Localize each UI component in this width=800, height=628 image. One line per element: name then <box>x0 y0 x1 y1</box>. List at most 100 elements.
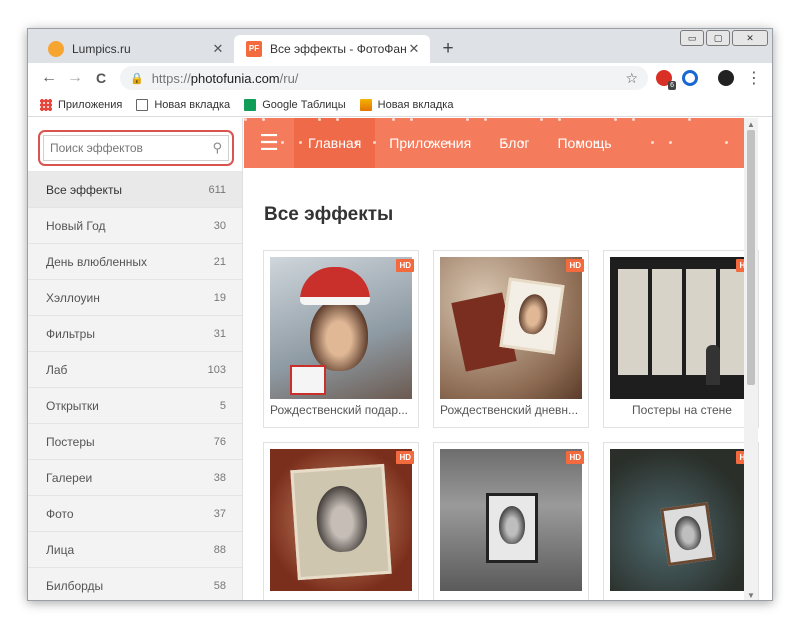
new-tab-button[interactable]: + <box>438 38 458 60</box>
effect-thumbnail <box>270 257 412 399</box>
category-count: 5 <box>219 399 226 412</box>
snowflake-decoration <box>447 141 450 144</box>
back-arrow-icon[interactable]: ← <box>36 69 62 87</box>
effect-thumbnail <box>440 257 582 399</box>
effect-caption: Рождественский подар... <box>270 403 409 417</box>
effect-card-beach-frame[interactable]: HD <box>433 442 589 600</box>
scrollbar-thumb[interactable] <box>747 130 755 385</box>
extension-blue-icon[interactable] <box>682 70 698 86</box>
tab-photofunia[interactable]: PF Все эффекты - ФотоФания: Сер ✕ <box>234 35 430 63</box>
nav-home[interactable]: Главная <box>294 118 376 168</box>
category-label: Все эффекты <box>46 182 123 197</box>
category-count: 21 <box>213 255 226 268</box>
bookmark-star-icon[interactable]: ☆ <box>625 70 638 87</box>
category-item[interactable]: День влюбленных 21 <box>28 244 242 280</box>
snowflake-decoration <box>577 141 580 144</box>
search-input[interactable] <box>50 141 213 155</box>
gift-box-image <box>290 365 326 395</box>
face-image <box>314 484 370 554</box>
category-label: Лаб <box>46 362 68 377</box>
scroll-down-icon[interactable]: ▼ <box>747 591 755 600</box>
snowflake-decoration <box>355 141 358 144</box>
category-item[interactable]: Все эффекты 611 <box>28 172 242 208</box>
effect-card-wall-posters[interactable]: HD Постеры на стене <box>603 250 759 428</box>
address-bar[interactable]: 🔒 https://photofunia.com/ru/ ☆ <box>120 66 648 90</box>
bookmarks-bar: Приложения Новая вкладка Google Таблицы … <box>28 93 772 117</box>
bookmark-new-tab-2[interactable]: Новая вкладка <box>359 98 453 111</box>
tab-lumpics[interactable]: Lumpics.ru ✕ <box>36 35 234 63</box>
extension-red-icon[interactable]: 6 <box>656 70 676 90</box>
category-label: Постеры <box>46 434 95 449</box>
category-label: Хэллоуин <box>46 290 100 305</box>
apps-grid-icon <box>40 98 52 111</box>
category-item[interactable]: Новый Год 30 <box>28 208 242 244</box>
bookmark-new-tab[interactable]: Новая вкладка <box>136 98 230 111</box>
santa-hat-image <box>300 267 370 305</box>
category-label: Фильтры <box>46 326 95 341</box>
category-label: Открытки <box>46 398 99 413</box>
category-count: 58 <box>213 579 226 592</box>
face-image <box>310 299 368 371</box>
category-label: Новый Год <box>46 218 106 233</box>
category-count: 19 <box>213 291 226 304</box>
snowflake-decoration <box>392 118 395 121</box>
page-scrollbar[interactable]: ▲ ▼ <box>744 118 758 600</box>
search-area: ⚲ <box>28 118 242 172</box>
category-item[interactable]: Галереи 38 <box>28 460 242 496</box>
category-item[interactable]: Постеры 76 <box>28 424 242 460</box>
snowflake-decoration <box>410 118 413 121</box>
effect-card-christmas-diary[interactable]: HD Рождественский дневн... <box>433 250 589 428</box>
tab-close-icon[interactable]: ✕ <box>210 41 226 57</box>
face-image <box>516 292 550 336</box>
category-item[interactable]: Открытки 5 <box>28 388 242 424</box>
maximize-button[interactable]: ▢ <box>706 30 730 46</box>
snowflake-decoration <box>281 141 284 144</box>
poster-wall-image <box>618 269 744 375</box>
menu-dots-icon[interactable]: ⋮ <box>744 68 764 88</box>
category-count: 611 <box>208 183 226 196</box>
lock-icon: 🔒 <box>130 72 144 85</box>
snowflake-decoration <box>595 141 598 144</box>
effect-card-hands-frame[interactable]: HD <box>263 442 419 600</box>
snowflake-decoration <box>299 141 302 144</box>
forward-arrow-icon[interactable]: → <box>62 69 88 87</box>
snowflake-decoration <box>484 118 487 121</box>
snowflake-decoration <box>373 141 376 144</box>
category-count: 31 <box>213 327 226 340</box>
tab-close-icon[interactable]: ✕ <box>406 41 422 57</box>
bookmark-apps[interactable]: Приложения <box>40 98 122 111</box>
tab-strip: Lumpics.ru ✕ PF Все эффекты - ФотоФания:… <box>28 29 772 63</box>
category-item[interactable]: Билборды 58 <box>28 568 242 600</box>
snowflake-decoration <box>318 118 321 121</box>
snowflake-decoration <box>244 118 247 121</box>
url-text: https://photofunia.com/ru/ <box>151 70 299 86</box>
search-field[interactable]: ⚲ <box>43 135 229 161</box>
category-count: 30 <box>213 219 226 232</box>
reload-icon[interactable]: C <box>88 70 114 86</box>
top-navbar: ☰ Главная Приложения Блог Помощь <box>244 118 758 168</box>
nav-blog[interactable]: Блог <box>485 118 543 168</box>
snowflake-decoration <box>725 141 728 144</box>
category-item[interactable]: Лаб 103 <box>28 352 242 388</box>
category-item[interactable]: Хэллоуин 19 <box>28 280 242 316</box>
snowflake-decoration <box>540 118 543 121</box>
photo-frame <box>290 463 392 581</box>
bookmark-google-sheets[interactable]: Google Таблицы <box>244 98 346 111</box>
category-item[interactable]: Фильтры 31 <box>28 316 242 352</box>
snowflake-decoration <box>466 118 469 121</box>
hamburger-menu-icon[interactable]: ☰ <box>244 118 294 168</box>
minimize-button[interactable]: ▭ <box>680 30 704 46</box>
effect-card-christmas-gift[interactable]: HD Рождественский подар... <box>263 250 419 428</box>
hd-badge: HD <box>566 259 584 272</box>
profile-avatar[interactable] <box>718 70 734 86</box>
category-item[interactable]: Лица 88 <box>28 532 242 568</box>
category-item[interactable]: Фото 37 <box>28 496 242 532</box>
search-icon[interactable]: ⚲ <box>212 140 222 156</box>
tab-title: Lumpics.ru <box>72 42 131 56</box>
scroll-up-icon[interactable]: ▲ <box>747 120 755 129</box>
nav-help[interactable]: Помощь <box>543 118 625 168</box>
effect-card-moss-frame[interactable]: HD <box>603 442 759 600</box>
close-window-button[interactable]: ✕ <box>732 30 768 46</box>
category-count: 76 <box>213 435 226 448</box>
effect-thumbnail <box>610 449 752 591</box>
